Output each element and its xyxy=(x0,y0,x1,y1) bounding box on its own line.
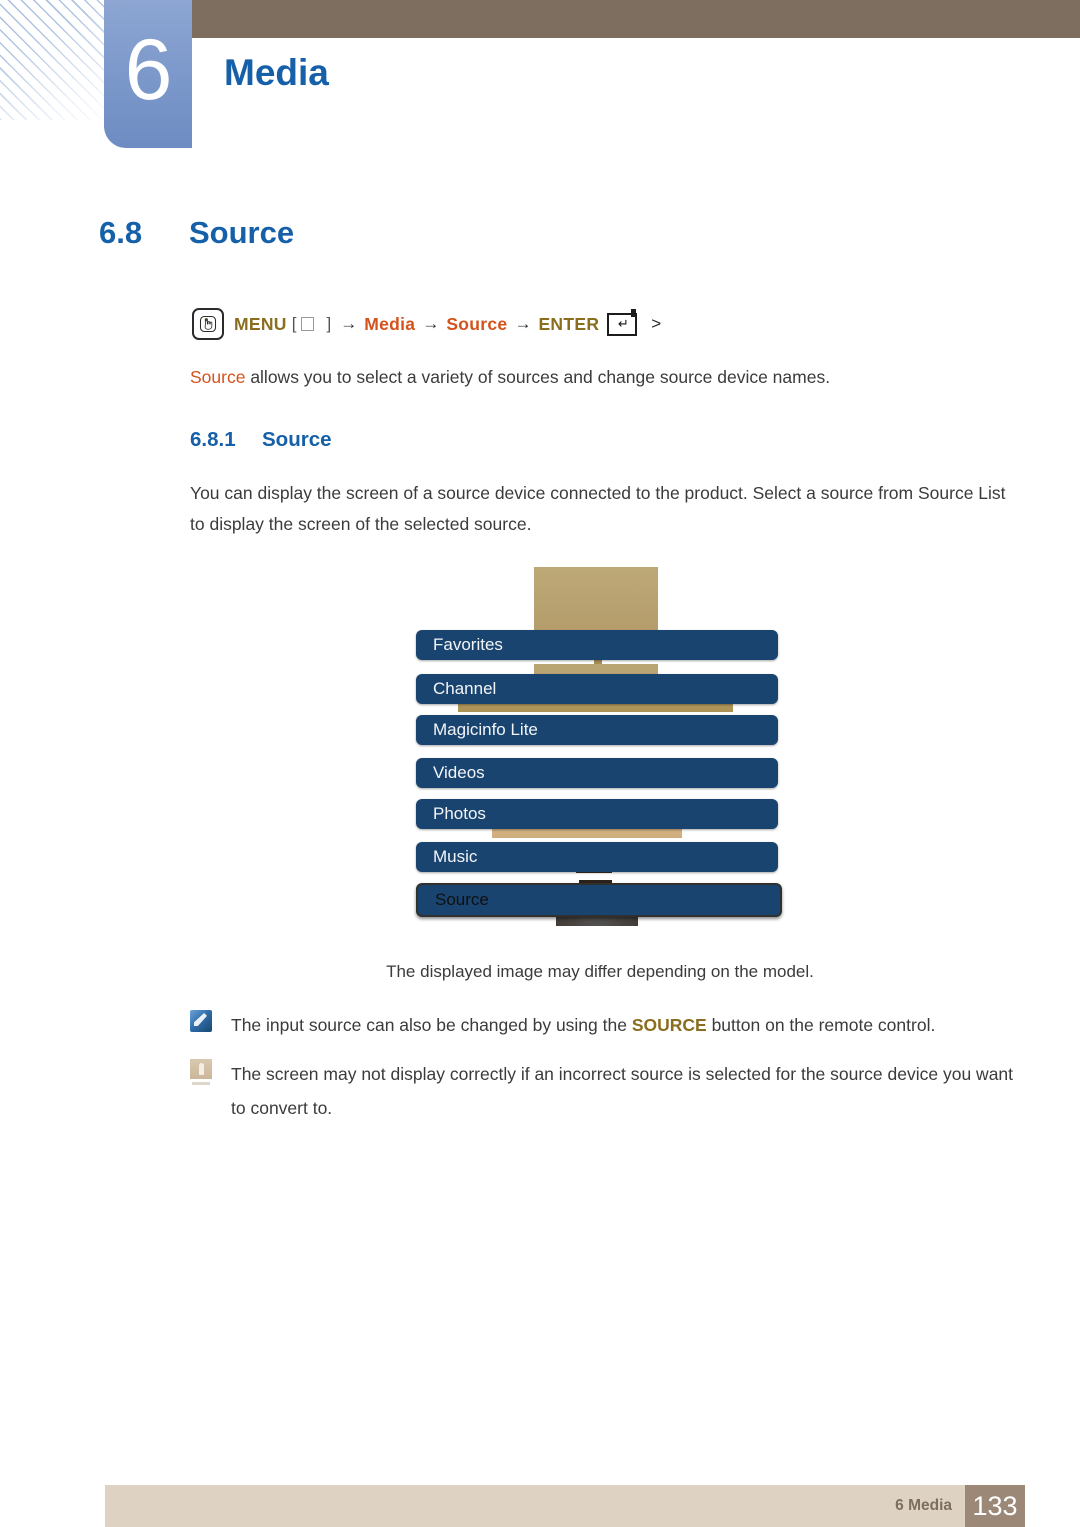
note-text-after: button on the remote control. xyxy=(706,1015,936,1035)
intro-rest: allows you to select a variety of source… xyxy=(245,367,831,387)
caution-icon xyxy=(190,1059,214,1085)
footer-bar: 6 Media 133 xyxy=(105,1485,1025,1527)
menu-path-breadcrumb: MENU [ ] → Media → Source → ENTER ↵ > xyxy=(192,308,661,340)
illustration-caption: The displayed image may differ depending… xyxy=(386,962,814,981)
subsection-title: Source xyxy=(262,428,332,451)
note-incorrect-source: The screen may not display correctly if … xyxy=(190,1057,1025,1125)
menu-item-photos[interactable]: Photos xyxy=(416,799,778,829)
chapter-number-block: 6 xyxy=(104,0,192,148)
bracket-close: ] xyxy=(326,314,334,333)
chapter-title: Media xyxy=(224,52,329,93)
menu-item-music[interactable]: Music xyxy=(416,842,778,872)
enter-arrow-glyph: ↵ xyxy=(617,315,629,331)
menu-item-label: Channel xyxy=(433,679,497,698)
source-menu-illustration: Favorites Channel Magicinfo Lite Videos … xyxy=(416,560,784,928)
note-text-before: The input source can also be changed by … xyxy=(231,1015,632,1035)
path-trailing-gt: > xyxy=(651,314,662,333)
body-paragraph: You can display the screen of a source d… xyxy=(190,483,1006,534)
blank-square-icon xyxy=(301,317,315,331)
menu-item-label: Favorites xyxy=(433,635,503,654)
menu-step-media: Media xyxy=(364,313,416,334)
menu-item-label: Magicinfo Lite xyxy=(433,720,538,739)
menu-item-label: Source xyxy=(435,890,489,909)
chapter-number: 6 xyxy=(124,22,173,118)
note-text: The screen may not display correctly if … xyxy=(231,1064,1014,1118)
menu-item-videos[interactable]: Videos xyxy=(416,758,778,788)
bracket-open: [ xyxy=(291,314,299,333)
subsection-heading: 6.8.1 Source xyxy=(190,428,332,452)
intro-highlight: Source xyxy=(190,367,246,387)
menu-item-label: Music xyxy=(433,847,478,866)
menu-item-channel[interactable]: Channel xyxy=(416,674,778,704)
header-bar xyxy=(180,0,1080,38)
enter-key-icon: ↵ xyxy=(607,308,638,336)
overlay-block-top xyxy=(534,567,658,637)
enter-label: ENTER xyxy=(538,313,600,334)
note-icon xyxy=(190,1010,214,1032)
note-text-bold: SOURCE xyxy=(631,1015,707,1035)
subsection-number: 6.8.1 xyxy=(190,428,236,451)
menu-step-source: Source xyxy=(446,313,508,334)
footer-page-number: 133 xyxy=(965,1485,1025,1527)
menu-item-source[interactable]: Source xyxy=(416,883,782,917)
note-remote-control: The input source can also be changed by … xyxy=(190,1008,1020,1042)
menu-item-label: Photos xyxy=(433,804,486,823)
hand-press-icon xyxy=(192,308,224,340)
menu-item-label: Videos xyxy=(433,763,485,782)
path-arrow-2: → xyxy=(422,314,440,333)
section-title: Source xyxy=(189,215,295,250)
intro-paragraph: Source allows you to select a variety of… xyxy=(190,362,1020,393)
section-heading: 6.8 Source xyxy=(99,215,294,251)
menu-item-magicinfo-lite[interactable]: Magicinfo Lite xyxy=(416,715,778,745)
menu-label: MENU xyxy=(234,313,287,334)
path-arrow-3: → xyxy=(514,314,532,333)
path-arrow-1: → xyxy=(340,314,358,333)
menu-item-favorites[interactable]: Favorites xyxy=(416,630,778,660)
section-number: 6.8 xyxy=(99,215,143,250)
note-text: The input source can also be changed by … xyxy=(231,1008,935,1042)
footer-chapter-label: 6 Media xyxy=(895,1497,952,1514)
